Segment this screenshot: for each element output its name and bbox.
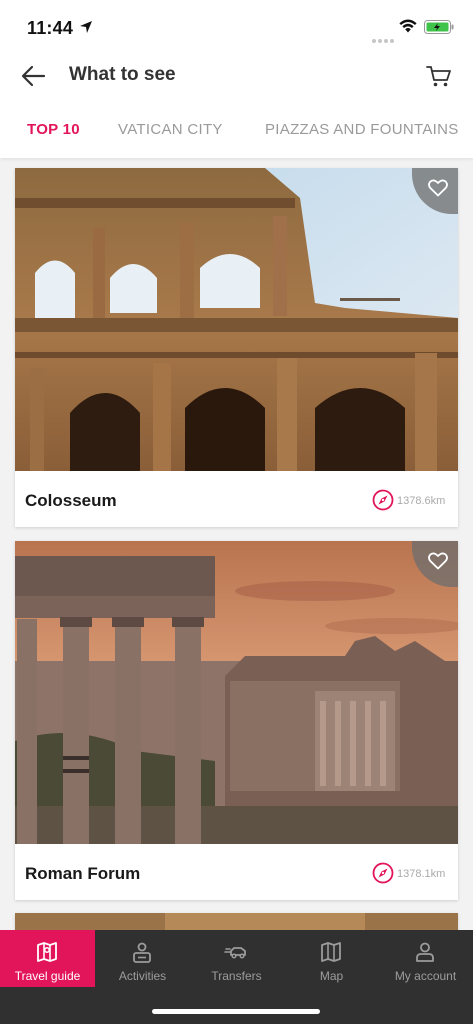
attraction-card[interactable]: Colosseum 1378.6km xyxy=(15,168,458,527)
nav-my-account[interactable]: My account xyxy=(378,930,473,987)
tab-top-10[interactable]: TOP 10 xyxy=(27,121,80,138)
nav-label: Travel guide xyxy=(14,969,81,983)
nav-label: Activities xyxy=(118,969,167,983)
nav-label: Map xyxy=(319,969,344,983)
tab-vatican-city[interactable]: VATICAN CITY xyxy=(118,121,223,138)
nav-map[interactable]: Map xyxy=(284,930,379,987)
map-book-icon xyxy=(37,942,57,962)
ticket-person-icon xyxy=(133,942,151,963)
car-icon xyxy=(224,947,246,959)
attraction-card[interactable]: Roman Forum 1378.1km xyxy=(15,541,458,900)
card-footer: Roman Forum 1378.1km xyxy=(15,844,458,900)
attraction-photo xyxy=(15,168,458,471)
card-footer: Colosseum 1378.6km xyxy=(15,471,458,527)
cart-icon[interactable] xyxy=(425,62,453,90)
category-tabs: TOP 10 VATICAN CITY PIAZZAS AND FOUNTAIN… xyxy=(0,102,473,158)
heart-icon xyxy=(428,179,448,197)
distance-label: 1378.1km xyxy=(397,868,446,880)
nav-label: Transfers xyxy=(211,969,262,983)
roman-forum-photo xyxy=(15,541,458,844)
screen: 11:44 What to see TOP 10 VATICAN CITY PI… xyxy=(0,0,473,1024)
signal-icon xyxy=(372,30,396,48)
user-icon xyxy=(416,942,434,962)
nav-activities[interactable]: Activities xyxy=(95,930,190,987)
compass-icon xyxy=(372,862,394,884)
attraction-title: Colosseum xyxy=(25,491,117,510)
colosseum-photo xyxy=(15,168,458,471)
distance-label: 1378.6km xyxy=(397,495,446,507)
tab-piazzas-and-fountains[interactable]: PIAZZAS AND FOUNTAINS xyxy=(265,121,459,138)
location-arrow-icon xyxy=(80,21,92,33)
nav-transfers[interactable]: Transfers xyxy=(189,930,284,987)
attraction-photo xyxy=(15,541,458,844)
header: What to see xyxy=(0,54,473,102)
nav-travel-guide[interactable]: Travel guide xyxy=(0,930,95,987)
battery-icon xyxy=(424,20,454,34)
page-title: What to see xyxy=(69,64,176,85)
back-arrow-icon[interactable] xyxy=(20,64,48,88)
status-time: 11:44 xyxy=(27,18,74,38)
wifi-icon xyxy=(399,19,417,33)
heart-icon xyxy=(428,552,448,570)
attraction-title: Roman Forum xyxy=(25,864,141,883)
nav-label: My account xyxy=(394,969,457,983)
compass-icon xyxy=(372,489,394,511)
home-indicator xyxy=(152,1009,320,1014)
map-icon xyxy=(321,942,341,962)
status-bar: 11:44 xyxy=(0,0,473,54)
